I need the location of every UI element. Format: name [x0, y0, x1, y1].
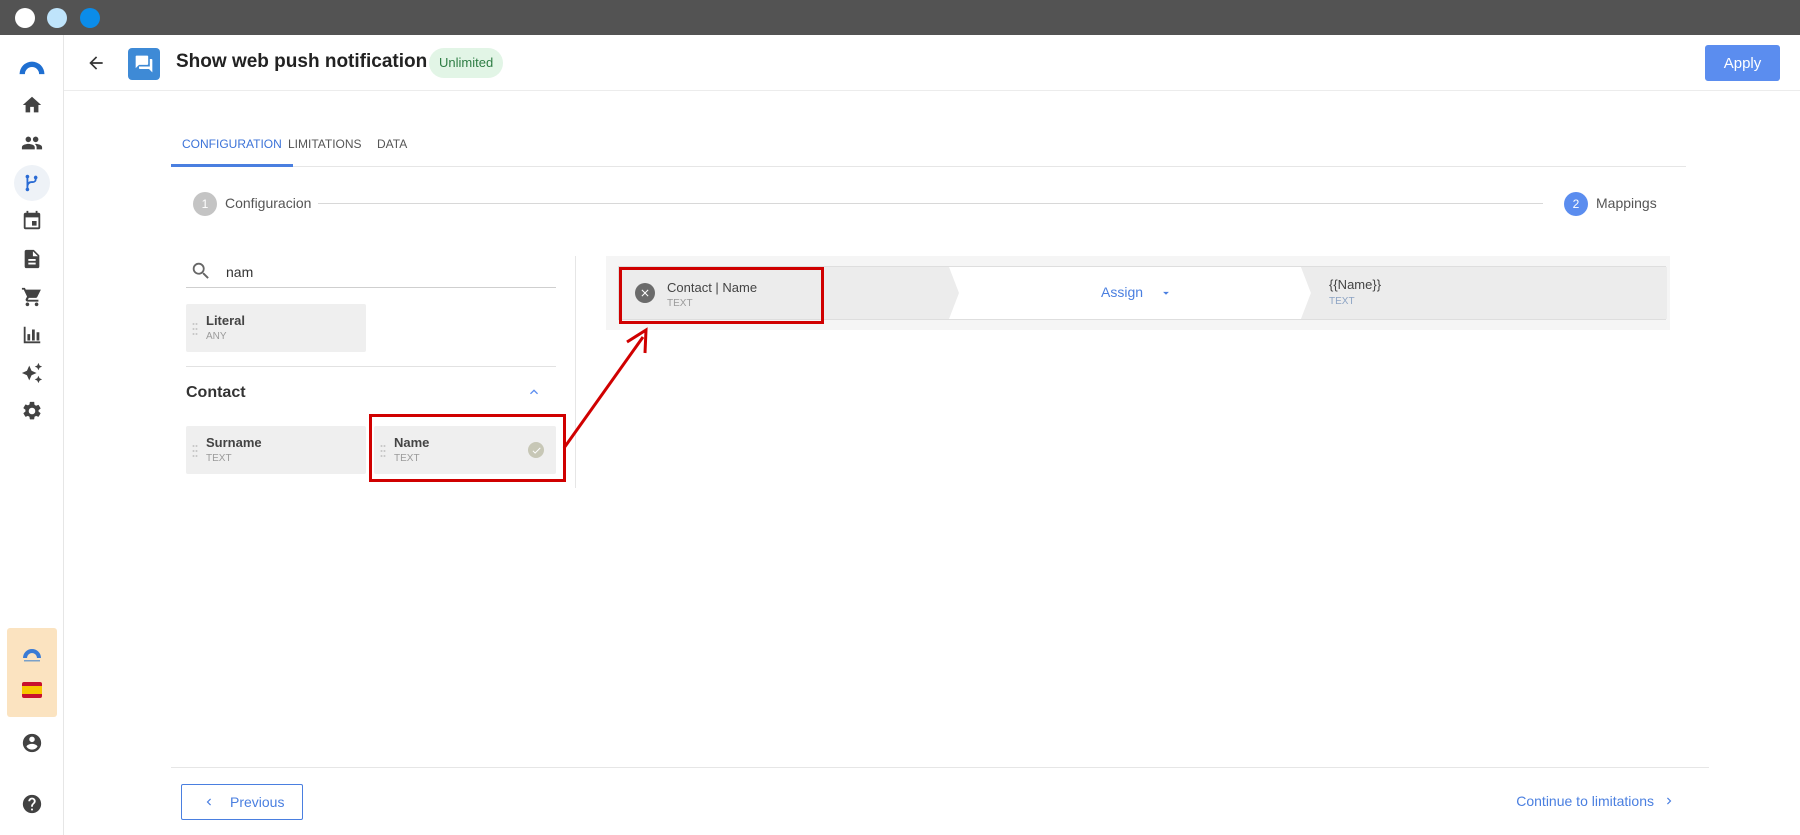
- stepper-line: [318, 203, 1543, 204]
- tab-configuration[interactable]: CONFIGURATION: [171, 132, 293, 167]
- home-icon: [22, 96, 42, 113]
- collapse-section-button[interactable]: [526, 384, 546, 404]
- mapping-source-type: TEXT: [667, 298, 693, 309]
- document-icon: [24, 249, 40, 269]
- field-card-name[interactable]: Name TEXT: [374, 426, 556, 474]
- close-icon: [641, 289, 649, 297]
- section-title-contact: Contact: [186, 384, 246, 401]
- spain-flag-icon: [22, 682, 42, 698]
- back-button[interactable]: [84, 51, 108, 75]
- previous-label: Previous: [230, 794, 285, 810]
- assign-dropdown[interactable]: Assign: [1101, 284, 1169, 300]
- flow-branch-icon: [25, 174, 38, 192]
- field-type: TEXT: [394, 453, 420, 464]
- sidebar-item-contacts[interactable]: [14, 125, 50, 161]
- window-maximize-button[interactable]: [80, 8, 100, 28]
- sidebar-item-account[interactable]: [14, 725, 50, 761]
- mapping-row: Contact | Name TEXT Assign {{Name}} TEXT: [618, 266, 1667, 320]
- window-minimize-button[interactable]: [47, 8, 67, 28]
- sidebar: [0, 35, 64, 835]
- mapping-area: Contact | Name TEXT Assign {{Name}} TEXT: [606, 256, 1670, 330]
- field-card-literal[interactable]: Literal ANY: [186, 304, 366, 352]
- sidebar-item-settings[interactable]: [14, 393, 50, 429]
- window-close-button[interactable]: [15, 8, 35, 28]
- mapping-source[interactable]: Contact | Name TEXT: [619, 267, 959, 319]
- field-type: TEXT: [206, 453, 232, 464]
- sidebar-item-analytics[interactable]: [14, 317, 50, 353]
- caret-down-icon: [1163, 291, 1169, 295]
- calendar-icon: [23, 210, 41, 230]
- field-card-surname[interactable]: Surname TEXT: [186, 426, 366, 474]
- page-title: Show web push notification: [176, 51, 428, 72]
- previous-button[interactable]: Previous: [181, 784, 303, 820]
- chevron-right-icon: [1667, 797, 1672, 805]
- cart-icon: [21, 287, 41, 307]
- search-icon: [192, 262, 209, 279]
- footer-divider: [171, 767, 1709, 768]
- status-badge: Unlimited: [429, 48, 504, 78]
- sidebar-item-commerce[interactable]: [14, 279, 50, 315]
- arc-logo-icon: [23, 649, 41, 662]
- apply-button[interactable]: Apply: [1705, 45, 1780, 81]
- sparkle-icon: [21, 362, 43, 384]
- sidebar-item-help[interactable]: [14, 786, 50, 822]
- field-search: [186, 256, 556, 288]
- field-name: Surname: [206, 435, 262, 450]
- next-label: Continue to limitations: [1516, 793, 1654, 809]
- field-name: Literal: [206, 313, 246, 328]
- account-circle-icon: [22, 733, 42, 753]
- search-input[interactable]: [226, 262, 526, 282]
- step-label: Mappings: [1596, 195, 1657, 211]
- sidebar-item-ai[interactable]: [14, 355, 50, 391]
- continue-to-limitations-link[interactable]: Continue to limitations: [1516, 793, 1676, 809]
- assign-label: Assign: [1101, 284, 1144, 300]
- step-number: 2: [1564, 192, 1588, 216]
- gear-icon: [23, 401, 41, 420]
- arrow-left-icon: [89, 56, 103, 70]
- mapping-source-name: Contact | Name: [667, 280, 758, 295]
- sidebar-item-flows[interactable]: [14, 165, 50, 201]
- bar-chart-icon: [23, 326, 41, 344]
- check-circle-icon: [528, 442, 544, 458]
- chevron-up-icon: [530, 389, 538, 395]
- remove-mapping-button[interactable]: [635, 283, 655, 303]
- mapping-target[interactable]: {{Name}} TEXT: [1301, 267, 1667, 319]
- mapping-target-type: TEXT: [1329, 296, 1355, 307]
- window-titlebar: [0, 0, 1800, 35]
- drag-handle-icon[interactable]: [192, 322, 198, 336]
- people-icon: [21, 136, 43, 150]
- stepper: 1 Configuracion 2 Mappings: [193, 192, 1657, 216]
- page-header: Show web push notification Unlimited App…: [64, 35, 1800, 91]
- arc-logo-icon[interactable]: [14, 49, 50, 85]
- sidebar-item-documents[interactable]: [14, 241, 50, 277]
- help-icon: [22, 794, 42, 814]
- field-type: ANY: [206, 331, 227, 342]
- chevron-left-icon: [206, 798, 211, 806]
- fields-panel: Literal ANY Contact Surname TEXT Name TE…: [186, 256, 576, 488]
- tab-bar: CONFIGURATION LIMITATIONS DATA: [171, 132, 1686, 167]
- drag-handle-icon[interactable]: [192, 444, 198, 458]
- chat-bubble-icon: [128, 48, 160, 80]
- mapping-target-name: {{Name}}: [1329, 277, 1382, 292]
- drag-handle-icon[interactable]: [380, 444, 386, 458]
- field-name: Name: [394, 435, 430, 450]
- sidebar-item-calendar[interactable]: [14, 203, 50, 239]
- tab-data[interactable]: DATA: [366, 132, 418, 167]
- sidebar-item-home[interactable]: [14, 87, 50, 123]
- step-number: 1: [193, 192, 217, 216]
- tab-limitations[interactable]: LIMITATIONS: [277, 132, 373, 167]
- section-divider: [186, 366, 556, 367]
- sidebar-promo-panel[interactable]: [7, 628, 57, 717]
- step-label: Configuracion: [225, 195, 312, 211]
- mapping-operation: Assign: [949, 267, 1311, 319]
